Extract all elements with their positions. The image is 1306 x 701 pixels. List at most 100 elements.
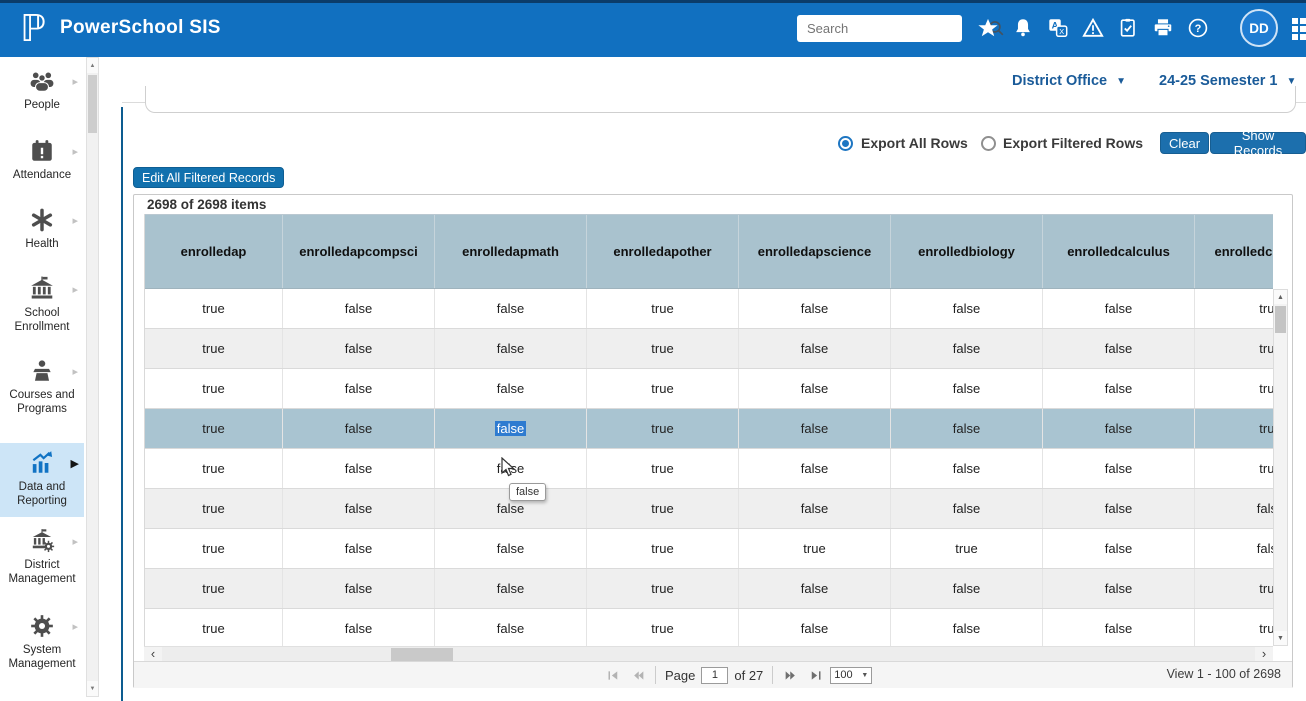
table-cell[interactable]: true <box>145 409 283 448</box>
export-all-rows-radio[interactable] <box>838 136 853 151</box>
table-row[interactable]: truefalsefalsetruetruetruefalsefalse <box>145 529 1273 569</box>
sidebar-item-data-reporting[interactable]: Data and Reporting ▶ <box>0 443 84 517</box>
table-cell[interactable]: false <box>1043 409 1195 448</box>
system-alerts-icon[interactable] <box>1082 17 1104 39</box>
table-cell[interactable]: true <box>587 289 739 328</box>
table-cell[interactable]: true <box>587 409 739 448</box>
table-row[interactable]: truefalsefalsetruefalsefalsefalsetrue <box>145 449 1273 489</box>
print-icon[interactable] <box>1152 17 1174 39</box>
user-avatar[interactable]: DD <box>1240 9 1278 47</box>
first-page-icon[interactable] <box>604 666 622 684</box>
table-cell[interactable]: false <box>739 569 891 608</box>
column-header-enrolledcalculus[interactable]: enrolledcalculus <box>1043 215 1195 288</box>
table-cell[interactable]: true <box>587 369 739 408</box>
sidebar-item-system-management[interactable]: System Management ▸ <box>0 613 84 671</box>
table-cell[interactable]: false <box>739 609 891 646</box>
table-cell[interactable]: false <box>739 369 891 408</box>
table-row[interactable]: truefalsefalsetruefalsefalsefalsetrue <box>145 329 1273 369</box>
scroll-up-icon[interactable]: ▲ <box>1274 290 1287 304</box>
table-row[interactable]: truefalsefalsetruefalsefalsefalsetrue <box>145 609 1273 646</box>
table-cell[interactable]: false <box>283 449 435 488</box>
table-cell[interactable]: true <box>1195 569 1273 608</box>
export-all-rows-label[interactable]: Export All Rows <box>861 135 968 151</box>
table-cell[interactable]: true <box>739 529 891 568</box>
table-cell[interactable]: true <box>1195 409 1273 448</box>
page-size-select[interactable]: 100 ▼ <box>830 667 872 684</box>
table-cell[interactable]: false <box>283 289 435 328</box>
table-cell[interactable]: true <box>1195 289 1273 328</box>
show-records-button[interactable]: Show Records <box>1210 132 1306 154</box>
global-search[interactable] <box>797 15 962 42</box>
column-header-enrolledapother[interactable]: enrolledapother <box>587 215 739 288</box>
edit-all-filtered-records-button[interactable]: Edit All Filtered Records <box>133 167 284 188</box>
table-cell[interactable]: false <box>1043 529 1195 568</box>
table-cell[interactable]: false <box>435 329 587 368</box>
table-cell[interactable]: false <box>435 569 587 608</box>
table-cell[interactable]: true <box>587 329 739 368</box>
table-cell[interactable]: false <box>283 369 435 408</box>
table-row[interactable]: truefalsefalsetruefalsefalsefalsetrue <box>145 569 1273 609</box>
sidebar-item-courses-programs[interactable]: Courses and Programs ▸ <box>0 358 84 416</box>
table-cell[interactable]: false <box>283 609 435 646</box>
favorites-icon[interactable] <box>977 17 999 39</box>
sidebar-item-attendance[interactable]: Attendance ▸ <box>0 138 84 183</box>
sidebar-item-health[interactable]: Health ▸ <box>0 207 84 252</box>
table-cell[interactable]: false <box>283 409 435 448</box>
table-cell[interactable]: false <box>739 449 891 488</box>
table-cell[interactable]: false <box>739 289 891 328</box>
column-header-enrolledapscience[interactable]: enrolledapscience <box>739 215 891 288</box>
table-cell[interactable]: false <box>891 449 1043 488</box>
table-cell[interactable]: false <box>283 329 435 368</box>
notifications-icon[interactable] <box>1012 17 1034 39</box>
table-cell[interactable]: false <box>1195 489 1273 528</box>
translate-icon[interactable]: AX <box>1047 17 1069 39</box>
table-cell[interactable]: true <box>145 449 283 488</box>
table-cell[interactable]: false <box>283 489 435 528</box>
table-cell[interactable]: false <box>891 369 1043 408</box>
table-cell[interactable]: false <box>1043 329 1195 368</box>
table-cell[interactable]: false <box>891 409 1043 448</box>
table-cell[interactable]: false <box>435 369 587 408</box>
sidebar-item-district-management[interactable]: District Management ▸ <box>0 528 84 586</box>
table-cell[interactable]: false <box>739 409 891 448</box>
column-header-enrolledapmath[interactable]: enrolledapmath <box>435 215 587 288</box>
previous-page-icon[interactable] <box>628 666 646 684</box>
clear-button[interactable]: Clear <box>1160 132 1209 154</box>
table-cell[interactable]: false <box>1043 369 1195 408</box>
table-cell[interactable]: true <box>1195 329 1273 368</box>
powerschool-logo-icon[interactable]: ℙ <box>20 4 46 54</box>
table-cell[interactable]: true <box>1195 609 1273 646</box>
table-cell[interactable]: false <box>1195 529 1273 568</box>
column-header-enrolledchemistry[interactable]: enrolledchemistry <box>1195 215 1273 288</box>
export-filtered-rows-label[interactable]: Export Filtered Rows <box>1003 135 1143 151</box>
table-cell[interactable]: true <box>145 329 283 368</box>
table-cell[interactable]: true <box>587 569 739 608</box>
page-number-input[interactable] <box>701 667 728 684</box>
grid-vertical-scrollbar[interactable]: ▲ ▼ <box>1273 289 1288 646</box>
table-cell[interactable]: false <box>283 529 435 568</box>
apps-menu-icon[interactable] <box>1292 18 1306 40</box>
school-selector[interactable]: District Office ▼ <box>1012 73 1126 89</box>
term-selector[interactable]: 24-25 Semester 1 ▼ <box>1159 73 1296 89</box>
table-row[interactable]: truefalsefalsetruefalsefalsefalsetrue <box>145 409 1273 449</box>
table-cell[interactable]: true <box>587 529 739 568</box>
table-cell[interactable]: false <box>1043 569 1195 608</box>
scroll-right-icon[interactable]: › <box>1255 647 1273 662</box>
table-cell[interactable]: true <box>145 529 283 568</box>
search-input[interactable] <box>797 21 987 36</box>
scroll-down-icon[interactable]: ▼ <box>1274 631 1287 645</box>
table-cell[interactable]: false <box>891 329 1043 368</box>
column-header-enrolledbiology[interactable]: enrolledbiology <box>891 215 1043 288</box>
scrollbar-thumb[interactable] <box>88 75 97 133</box>
table-cell[interactable]: false <box>1043 609 1195 646</box>
table-cell[interactable]: true <box>587 489 739 528</box>
column-header-enrolledapcompsci[interactable]: enrolledapcompsci <box>283 215 435 288</box>
table-cell[interactable]: true <box>145 289 283 328</box>
export-filtered-rows-radio[interactable] <box>981 136 996 151</box>
table-cell[interactable]: false <box>435 609 587 646</box>
table-row[interactable]: truefalsefalsetruefalsefalsefalsetrue <box>145 369 1273 409</box>
table-cell[interactable]: false <box>435 289 587 328</box>
grid-horizontal-scrollbar[interactable]: ‹ › <box>144 646 1273 661</box>
next-page-icon[interactable] <box>782 666 800 684</box>
table-cell[interactable]: true <box>587 609 739 646</box>
